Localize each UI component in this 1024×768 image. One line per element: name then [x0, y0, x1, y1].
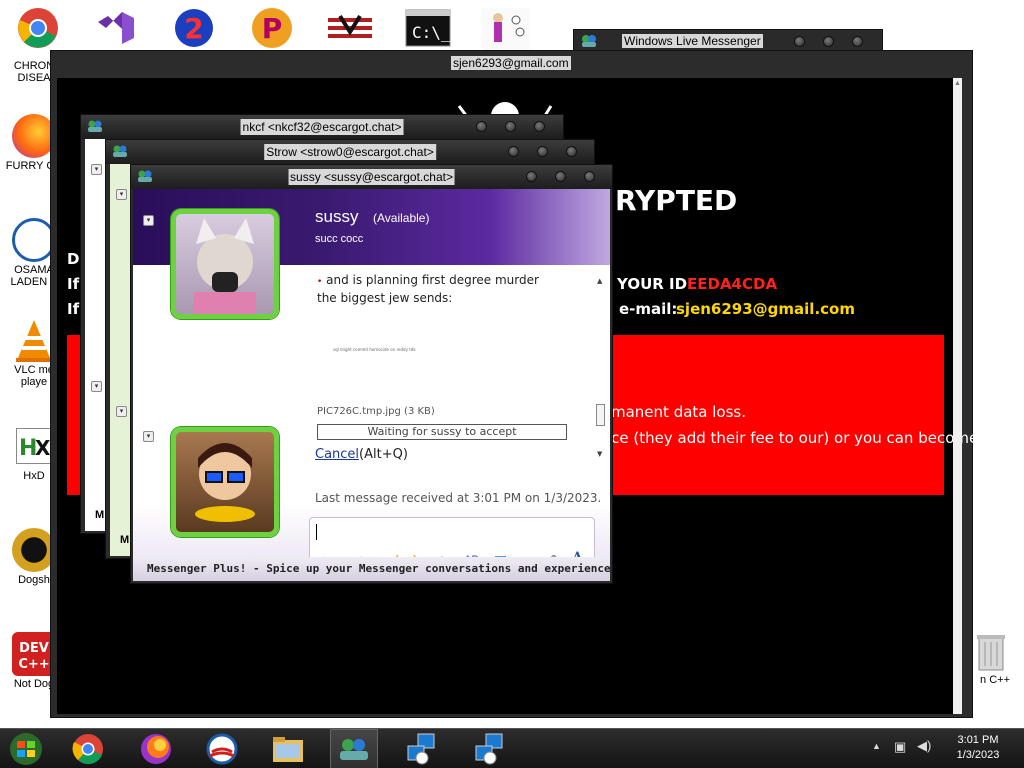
- cmd-icon[interactable]: C:\_: [404, 6, 452, 50]
- svg-text:P: P: [262, 12, 283, 45]
- close-button[interactable]: [852, 36, 863, 47]
- last-message-status: Last message received at 3:01 PM on 1/3/…: [315, 491, 602, 505]
- minimize-button[interactable]: [508, 146, 519, 157]
- msn-logo-icon: [137, 169, 153, 183]
- ransom-scrollbar[interactable]: ▲: [953, 78, 962, 714]
- collapse-toggle-icon[interactable]: ▾: [91, 164, 102, 175]
- network-icon[interactable]: ▣: [894, 739, 906, 755]
- titlebar[interactable]: sussy <sussy@escargot.chat>: [131, 165, 612, 189]
- chat-footer: M: [120, 534, 130, 546]
- titlebar[interactable]: nkcf <nkcf32@escargot.chat>: [81, 115, 563, 139]
- chat-title: Strow <strow0@escargot.chat>: [264, 144, 436, 160]
- clock[interactable]: 3:01 PM 1/3/2023: [946, 733, 1010, 763]
- maximize-button[interactable]: [823, 36, 834, 47]
- user-avatar[interactable]: [171, 427, 279, 537]
- svg-text:C:\_: C:\_: [412, 23, 451, 42]
- chat-title: nkcf <nkcf32@escargot.chat>: [240, 119, 404, 135]
- ransom-window-title: sjen6293@gmail.com: [451, 56, 571, 70]
- message-line: • and is planning first degree murder: [317, 273, 539, 287]
- minimize-button[interactable]: [526, 171, 537, 182]
- file-transfer-progress: Waiting for sussy to accept: [317, 424, 567, 440]
- figure-icon[interactable]: [482, 6, 530, 50]
- history-scrollbar[interactable]: ▲ ▼: [595, 269, 607, 465]
- contact-avatar[interactable]: [171, 209, 279, 319]
- svg-text:X: X: [35, 436, 51, 460]
- message-line: the biggest jew sends:: [317, 291, 453, 305]
- maximize-button[interactable]: [537, 146, 548, 157]
- taskbar-firefox-icon[interactable]: [138, 732, 174, 766]
- ransom-side-letter: If: [67, 275, 80, 293]
- chat-left-panel: [110, 164, 132, 556]
- minimize-button[interactable]: [476, 121, 487, 132]
- svg-text:2: 2: [184, 12, 203, 45]
- taskbar-messenger-icon[interactable]: [330, 729, 378, 768]
- chat-left-panel: [85, 139, 107, 531]
- ransom-id-value: EEDA4CDA: [687, 275, 778, 293]
- text-cursor: [316, 524, 317, 540]
- messenger-plus-footer[interactable]: Messenger Plus! - Spice up your Messenge…: [133, 557, 610, 581]
- contact-name: sussy: [315, 207, 359, 226]
- app-p-icon[interactable]: P: [248, 6, 296, 50]
- file-name: PIC726C.tmp.jpg (3 KB): [317, 406, 435, 417]
- minimize-button[interactable]: [794, 36, 805, 47]
- visual-studio-icon[interactable]: [92, 6, 140, 50]
- collapse-toggle-icon[interactable]: ▾: [143, 215, 154, 226]
- volume-icon[interactable]: ◀): [917, 738, 931, 754]
- clock-time: 3:01 PM: [957, 734, 999, 746]
- chat-window-sussy[interactable]: sussy <sussy@escargot.chat> sussy (Avail…: [130, 164, 613, 584]
- scroll-up-icon[interactable]: ▲: [954, 80, 961, 87]
- ransom-id-label: YOUR ID: [617, 275, 688, 293]
- scroll-down-icon[interactable]: ▼: [597, 450, 602, 458]
- msn-logo-icon: [112, 144, 128, 158]
- chat-title: sussy <sussy@escargot.chat>: [288, 169, 455, 185]
- start-button[interactable]: [8, 732, 44, 766]
- contact-psm: succ cocc: [315, 233, 364, 245]
- taskbar-explorer-icon[interactable]: [270, 732, 306, 766]
- scroll-up-icon[interactable]: ▲: [597, 277, 602, 285]
- ransom-email-label: e-mail:: [619, 300, 678, 318]
- close-button[interactable]: [584, 171, 595, 182]
- msn-logo-icon: [87, 119, 103, 133]
- close-button[interactable]: [566, 146, 577, 157]
- ransom-warning-line: ice (they add their fee to our) or you c…: [607, 429, 979, 447]
- app-2-icon[interactable]: 2: [170, 6, 218, 50]
- titlebar[interactable]: Strow <strow0@escargot.chat>: [106, 140, 594, 164]
- close-button[interactable]: [534, 121, 545, 132]
- collapse-toggle-icon[interactable]: ▾: [116, 189, 127, 200]
- tray-expand-icon[interactable]: ▲: [872, 741, 881, 751]
- svg-text:DEV: DEV: [19, 641, 49, 656]
- maximize-button[interactable]: [555, 171, 566, 182]
- collapse-toggle-icon[interactable]: ▾: [116, 406, 127, 417]
- conversation-history[interactable]: • and is planning first degree murder th…: [311, 269, 607, 481]
- ransom-email-value: sjen6293@gmail.com: [676, 300, 855, 318]
- chat-footer: M: [95, 509, 105, 521]
- cancel-link[interactable]: Cancel: [315, 447, 359, 462]
- taskbar-obama-icon[interactable]: [204, 732, 240, 766]
- ransom-side-letter: If: [67, 300, 80, 318]
- scroll-thumb[interactable]: [596, 404, 605, 426]
- taskbar-network-app-icon-2[interactable]: [472, 732, 508, 766]
- ransom-heading: RYPTED: [615, 184, 738, 217]
- chat-body: sussy (Available) succ cocc ▾ ▾ • and is…: [133, 189, 610, 581]
- taskbar: ▲ ▣ ◀) 3:01 PM 1/3/2023: [0, 728, 1024, 768]
- ransom-warning-line: manent data loss.: [611, 403, 746, 421]
- flag-icon[interactable]: [326, 6, 374, 50]
- cancel-transfer: Cancel(Alt+Q): [315, 447, 408, 462]
- svg-text:C++: C++: [18, 657, 49, 672]
- shared-image-thumbnail[interactable]: sql might commit homocide on reddy tdk: [333, 347, 416, 352]
- clock-date: 1/3/2023: [956, 749, 1000, 761]
- hxd-icon: HX: [16, 428, 52, 464]
- collapse-toggle-icon[interactable]: ▾: [143, 431, 154, 442]
- msn-logo-icon: [580, 34, 598, 48]
- contact-status: (Available): [373, 211, 430, 225]
- maximize-button[interactable]: [505, 121, 516, 132]
- recycle-bin-icon: [976, 632, 1006, 672]
- wlm-title: Windows Live Messenger: [622, 34, 763, 48]
- message-input[interactable]: [314, 522, 590, 542]
- taskbar-chrome-icon[interactable]: [70, 732, 106, 766]
- taskbar-network-app-icon[interactable]: [404, 732, 440, 766]
- collapse-toggle-icon[interactable]: ▾: [91, 381, 102, 392]
- cancel-shortcut: (Alt+Q): [359, 447, 408, 462]
